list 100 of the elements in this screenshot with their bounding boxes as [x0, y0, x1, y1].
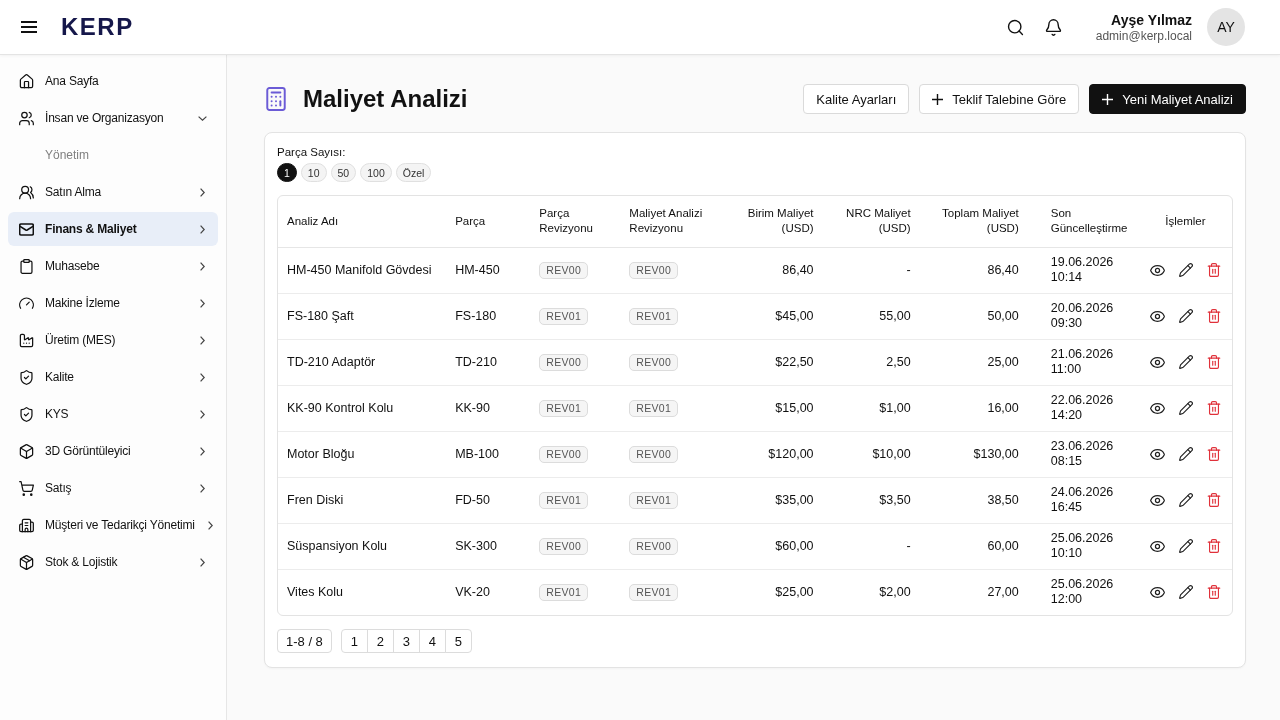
quantity-chip[interactable]: 50 — [330, 163, 357, 182]
range-indicator: 1-8 / 8 — [277, 629, 332, 653]
table-cell: $1,00 — [822, 385, 920, 431]
column-header: NRC Maliyet (USD) — [822, 196, 920, 247]
sidebar-item[interactable]: Makine İzleme — [8, 286, 218, 320]
table-cell: HM-450 Manifold Gövdesi — [278, 247, 447, 293]
trash-icon[interactable] — [1206, 539, 1221, 553]
settings-button[interactable]: Kalite Ayarları — [803, 84, 910, 114]
pencil-icon[interactable] — [1178, 263, 1193, 277]
sidebar-item[interactable]: Satın Alma — [8, 175, 218, 209]
user-name: Ayşe Yılmaz — [1111, 10, 1192, 29]
sidebar-item[interactable]: Stok & Lojistik — [8, 545, 218, 579]
user-email: admin@kerp.local — [1095, 28, 1192, 44]
building-icon — [19, 517, 34, 533]
date-time-text: 25.06.2026 10:10 — [1050, 531, 1115, 561]
plus-icon — [1102, 93, 1114, 105]
view-icon[interactable] — [1149, 538, 1165, 554]
menu-icon[interactable] — [21, 21, 37, 33]
pencil-icon[interactable] — [1178, 539, 1193, 553]
sidebar-item[interactable]: Muhasebe — [8, 249, 218, 283]
revision-tag: REV00 — [539, 445, 589, 463]
logo[interactable]: KERP — [61, 13, 134, 41]
table-cell: $130,00 — [919, 431, 1034, 477]
table-cell: $60,00 — [716, 523, 823, 569]
pencil-icon[interactable] — [1178, 585, 1193, 600]
view-icon[interactable] — [1149, 354, 1165, 370]
date-time-text: 25.06.2026 12:00 — [1050, 577, 1115, 608]
table-cell: $3,50 — [822, 477, 920, 523]
view-icon[interactable] — [1149, 584, 1165, 600]
sidebar-item[interactable]: İnsan ve Organizasyon — [8, 101, 218, 135]
table-cell: 25,00 — [919, 339, 1034, 385]
column-header: Parça — [446, 196, 531, 247]
revision-tag: REV00 — [539, 353, 589, 371]
view-icon[interactable] — [1149, 400, 1165, 416]
gauge-icon — [19, 295, 34, 311]
quantity-chip[interactable]: 100 — [360, 163, 392, 182]
date-time-text: 21.06.2026 11:00 — [1050, 347, 1115, 377]
add-from-quote-button[interactable]: Teklif Talebine Göre — [919, 84, 1080, 114]
table-cell: $10,00 — [822, 431, 920, 477]
pencil-icon[interactable] — [1178, 309, 1193, 323]
table-cell: FD-50 — [446, 477, 531, 523]
sidebar-item[interactable]: Finans & Maliyet — [8, 212, 218, 246]
table-cell: $120,00 — [716, 431, 823, 477]
view-icon[interactable] — [1149, 262, 1165, 278]
table-cell: $25,00 — [716, 569, 823, 615]
sidebar-item[interactable]: Müşteri ve Tedarikçi Yönetimi — [8, 508, 218, 542]
date-time-text: 22.06.2026 14:20 — [1050, 393, 1115, 423]
quantity-chip[interactable]: 1 — [277, 163, 297, 182]
part-count-label: Parça Sayısı: — [277, 146, 347, 158]
quantity-chip[interactable]: 10 — [300, 163, 327, 182]
revision-tag: REV01 — [539, 399, 589, 417]
pencil-icon[interactable] — [1178, 447, 1193, 461]
shield-check-icon — [19, 369, 34, 385]
table-cell: Fren Diski — [278, 477, 447, 523]
users-icon — [19, 184, 34, 200]
sidebar-subitem[interactable]: Yönetim — [8, 138, 218, 172]
trash-icon[interactable] — [1206, 585, 1221, 600]
table-cell: 16,00 — [919, 385, 1034, 431]
sidebar-item[interactable]: 3D Görüntüleyici — [8, 434, 218, 468]
trash-icon[interactable] — [1206, 493, 1221, 507]
envelope-icon — [19, 221, 34, 237]
trash-icon[interactable] — [1206, 355, 1221, 369]
view-icon[interactable] — [1149, 308, 1165, 324]
sidebar-item[interactable]: Kalite — [8, 360, 218, 394]
search-icon[interactable] — [1006, 18, 1024, 36]
view-icon[interactable] — [1149, 492, 1165, 508]
pencil-icon[interactable] — [1178, 493, 1193, 507]
avatar[interactable]: AY — [1207, 8, 1245, 46]
table-cell: $2,00 — [822, 569, 920, 615]
table-cell: VK-20 — [446, 569, 531, 615]
page-button[interactable]: 5 — [444, 629, 472, 653]
bell-icon[interactable] — [1044, 18, 1062, 36]
table-cell: 38,50 — [919, 477, 1034, 523]
new-analysis-button[interactable]: Yeni Maliyet Analizi — [1089, 84, 1246, 114]
table-cell: 55,00 — [822, 293, 920, 339]
sidebar-item[interactable]: KYS — [8, 397, 218, 431]
trash-icon[interactable] — [1206, 263, 1221, 277]
trash-icon[interactable] — [1206, 401, 1221, 415]
pencil-icon[interactable] — [1178, 355, 1193, 369]
trash-icon[interactable] — [1206, 447, 1221, 461]
table-cell: 50,00 — [919, 293, 1034, 339]
pencil-icon[interactable] — [1178, 401, 1193, 415]
trash-icon[interactable] — [1206, 309, 1221, 323]
sidebar-item[interactable]: Satış — [8, 471, 218, 505]
column-header: İşlemler — [1138, 196, 1232, 247]
sidebar-item[interactable]: Üretim (MES) — [8, 323, 218, 357]
quantity-chip[interactable]: Özel — [395, 163, 432, 182]
page-button[interactable]: 2 — [366, 629, 394, 653]
table-cell: $45,00 — [716, 293, 823, 339]
page-button[interactable]: 4 — [418, 629, 446, 653]
page-title: Maliyet Analizi — [303, 85, 468, 113]
table-cell: $22,50 — [716, 339, 823, 385]
date-time-text: 20.06.2026 09:30 — [1050, 301, 1115, 331]
sidebar-item[interactable]: Ana Sayfa — [8, 64, 218, 98]
page-button[interactable]: 1 — [340, 629, 368, 653]
table-cell: 86,40 — [716, 247, 823, 293]
view-icon[interactable] — [1149, 446, 1165, 462]
page-button[interactable]: 3 — [392, 629, 420, 653]
revision-tag: REV00 — [539, 537, 589, 555]
date-time-text: 19.06.2026 10:14 — [1050, 255, 1115, 285]
